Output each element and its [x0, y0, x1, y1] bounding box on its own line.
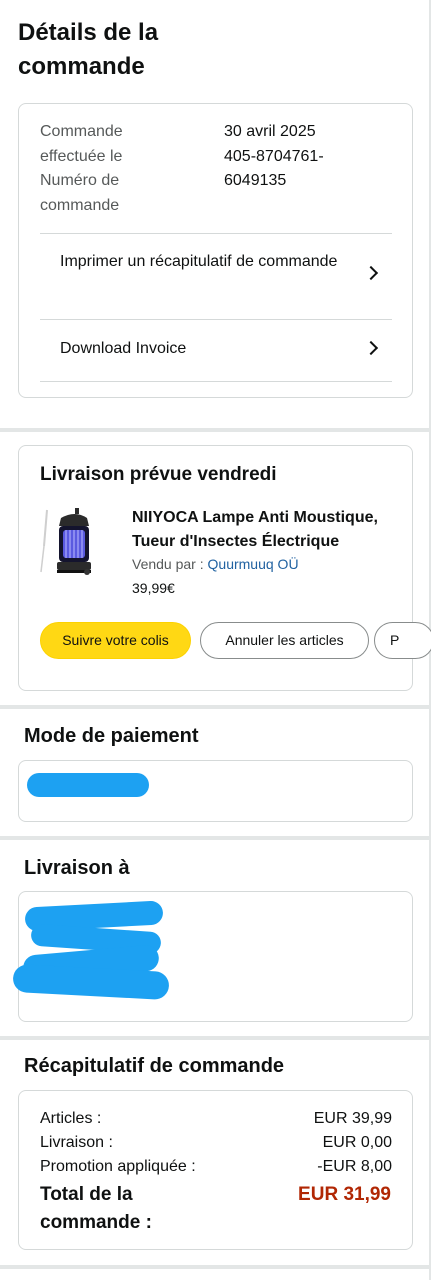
product-name[interactable]: NIIYOCA Lampe Anti Moustique, Tueur d'In… — [132, 506, 394, 554]
section-separator — [0, 705, 431, 709]
seller-link[interactable]: Quurmuuq OÜ — [208, 556, 299, 572]
cancel-items-button[interactable]: Annuler les articles — [200, 622, 369, 659]
section-separator — [0, 836, 431, 840]
shipping-address-card — [12, 891, 413, 1022]
download-invoice-link[interactable]: Download Invoice — [60, 336, 360, 361]
divider — [40, 381, 392, 382]
summary-row-label: Livraison : — [40, 1134, 113, 1151]
summary-row-value: EUR 0,00 — [322, 1134, 392, 1151]
order-summary-card: Articles : EUR 39,99 Livraison : EUR 0,0… — [18, 1090, 413, 1250]
redaction-mark — [27, 773, 149, 797]
print-summary-link[interactable]: Imprimer un récapitulatif de commande — [60, 249, 360, 274]
shipping-address-heading: Livraison à — [24, 857, 130, 879]
chevron-right-icon — [363, 265, 379, 281]
delivery-estimate-heading: Livraison prévue vendredi — [40, 464, 277, 485]
divider — [40, 233, 392, 234]
order-number-label: Numéro de commande — [40, 172, 120, 214]
section-separator — [0, 1036, 431, 1040]
order-date-label: Commande effectuée le — [40, 123, 123, 165]
order-date-value: 30 avril 2025 — [224, 123, 316, 140]
order-info-card: Commande effectuée le Numéro de commande… — [18, 103, 413, 398]
summary-row-label: Articles : — [40, 1110, 102, 1127]
order-values: 30 avril 2025 405-8704761-6049135 — [224, 120, 384, 194]
section-separator — [0, 428, 431, 432]
order-number-value: 405-8704761-6049135 — [224, 147, 324, 190]
product-thumbnail[interactable] — [39, 506, 95, 578]
seller-prefix: Vendu par : — [132, 556, 208, 572]
chevron-right-icon — [363, 340, 379, 356]
more-actions-button[interactable]: P — [374, 622, 431, 659]
summary-row-label: Promotion appliquée : — [40, 1158, 196, 1175]
divider — [40, 319, 392, 320]
summary-row-value: EUR 39,99 — [313, 1110, 392, 1127]
order-summary-heading: Récapitulatif de commande — [24, 1055, 285, 1077]
download-invoice-label: Download Invoice — [60, 340, 187, 357]
payment-heading: Mode de paiement — [24, 725, 199, 747]
section-separator — [0, 1265, 431, 1269]
track-package-button[interactable]: Suivre votre colis — [40, 622, 191, 659]
order-labels: Commande effectuée le Numéro de commande — [40, 120, 170, 218]
order-total-value: EUR 31,99 — [298, 1184, 391, 1205]
print-summary-label: Imprimer un récapitulatif de commande — [60, 253, 338, 270]
product-price: 39,99€ — [132, 580, 175, 596]
seller-info: Vendu par : Quurmuuq OÜ — [132, 556, 299, 572]
payment-method-card[interactable] — [18, 760, 413, 822]
shipment-card: Livraison prévue vendredi NIIYOCA Lampe … — [18, 445, 431, 691]
summary-row-value: -EUR 8,00 — [317, 1158, 392, 1175]
order-total-label: Total de la commande : — [40, 1184, 152, 1233]
page-title: Détails de la commande — [18, 19, 159, 80]
